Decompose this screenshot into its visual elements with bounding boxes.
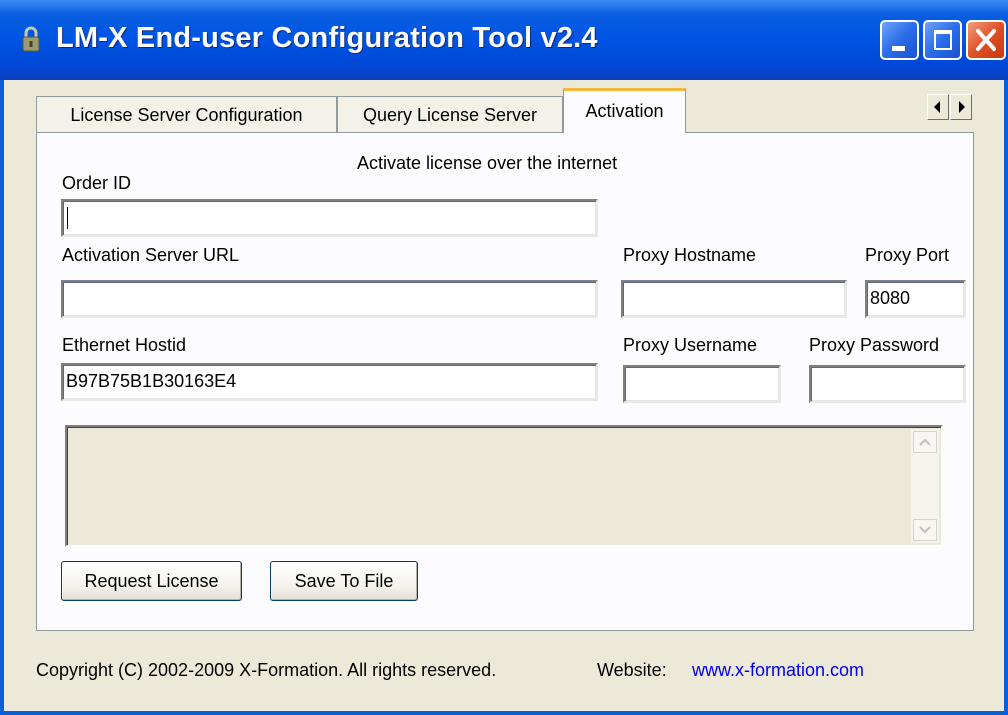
tab-strip: License Server Configuration Query Licen… bbox=[4, 80, 1004, 133]
ethernet-hostid-input[interactable]: B97B75B1B30163E4 bbox=[61, 363, 598, 401]
tab-scroll-right-button[interactable] bbox=[950, 94, 972, 120]
proxy-password-label: Proxy Password bbox=[809, 335, 940, 355]
activation-panel: Activate license over the internet Order… bbox=[36, 132, 974, 631]
proxy-username-input[interactable] bbox=[623, 365, 781, 403]
order-id-input[interactable] bbox=[61, 199, 598, 237]
scroll-up-button[interactable] bbox=[913, 431, 937, 453]
scroll-down-button[interactable] bbox=[913, 519, 937, 541]
maximize-button[interactable] bbox=[923, 20, 962, 60]
tab-activation[interactable]: Activation bbox=[563, 88, 686, 133]
proxy-hostname-label: Proxy Hostname bbox=[623, 245, 757, 265]
order-id-label: Order ID bbox=[62, 173, 132, 193]
proxy-port-input[interactable]: 8080 bbox=[865, 280, 966, 318]
activation-server-url-label: Activation Server URL bbox=[62, 245, 240, 265]
arrow-left-icon bbox=[934, 101, 940, 113]
maximize-icon bbox=[934, 30, 952, 50]
window-title: LM-X End-user Configuration Tool v2.4 bbox=[56, 22, 598, 54]
tab-scroll-left-button[interactable] bbox=[927, 94, 949, 120]
minimize-button[interactable] bbox=[880, 20, 919, 60]
minimize-icon bbox=[892, 46, 905, 51]
save-to-file-button[interactable]: Save To File bbox=[270, 561, 418, 601]
chevron-down-icon bbox=[919, 526, 931, 534]
request-license-button[interactable]: Request License bbox=[61, 561, 242, 601]
activation-heading: Activate license over the internet bbox=[357, 153, 618, 173]
website-link[interactable]: www.x-formation.com bbox=[692, 660, 864, 681]
client-area: License Server Configuration Query Licen… bbox=[4, 80, 1004, 711]
activation-server-url-input[interactable] bbox=[61, 280, 598, 318]
proxy-hostname-input[interactable] bbox=[621, 280, 847, 318]
proxy-password-input[interactable] bbox=[809, 365, 966, 403]
close-icon bbox=[976, 29, 996, 51]
website-label: Website: bbox=[597, 660, 667, 680]
lock-icon bbox=[22, 26, 40, 52]
proxy-port-label: Proxy Port bbox=[865, 245, 950, 265]
arrow-right-icon bbox=[959, 101, 965, 113]
copyright-text: Copyright (C) 2002-2009 X-Formation. All… bbox=[36, 660, 497, 680]
ethernet-hostid-label: Ethernet Hostid bbox=[62, 335, 187, 355]
title-bar[interactable]: LM-X End-user Configuration Tool v2.4 bbox=[0, 0, 1008, 80]
tab-scroll-buttons bbox=[927, 94, 972, 120]
close-button[interactable] bbox=[966, 20, 1006, 60]
chevron-up-icon bbox=[919, 438, 931, 446]
app-window: LM-X End-user Configuration Tool v2.4 Li… bbox=[0, 0, 1008, 715]
tab-query-license-server[interactable]: Query License Server bbox=[337, 96, 563, 132]
proxy-username-label: Proxy Username bbox=[623, 335, 758, 355]
vertical-scrollbar[interactable] bbox=[911, 429, 939, 543]
activation-output-textarea[interactable] bbox=[65, 425, 943, 547]
tab-license-server-configuration[interactable]: License Server Configuration bbox=[36, 96, 337, 132]
text-caret bbox=[67, 207, 68, 230]
